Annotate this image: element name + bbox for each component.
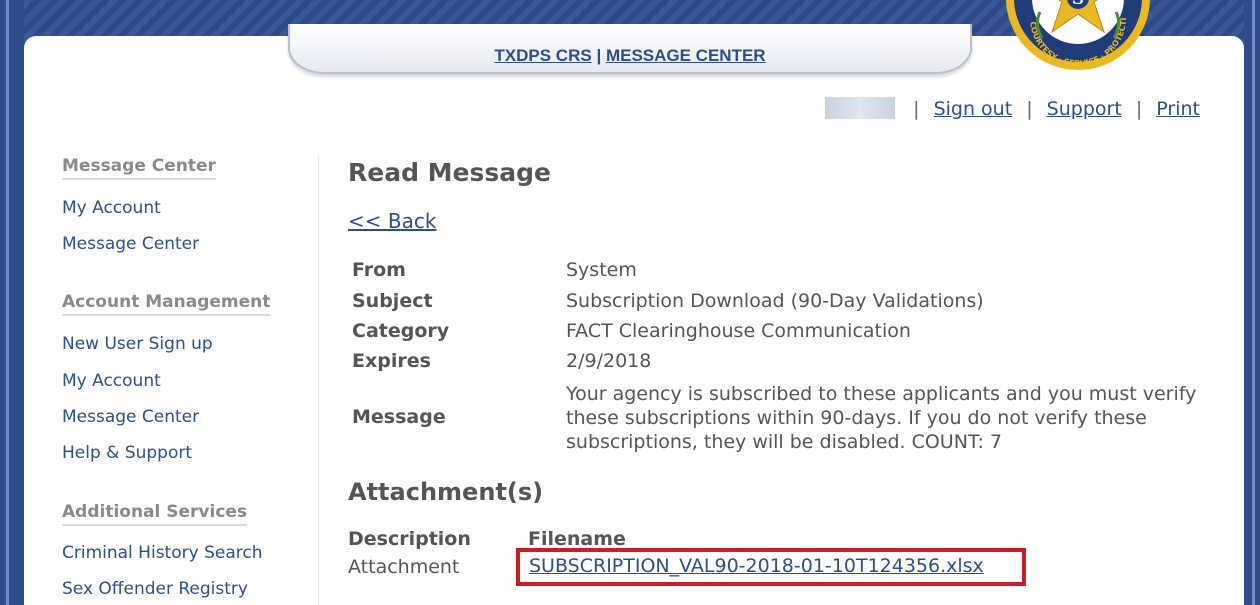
sidebar-item-my-account[interactable]: My Account (62, 371, 161, 391)
from-value: System (566, 259, 637, 281)
top-nav-separator: | (1135, 98, 1143, 120)
sidebar-item-help-support[interactable]: Help & Support (62, 443, 192, 463)
message-label: Message (352, 406, 446, 428)
sidebar-heading-account-management: Account Management (62, 292, 271, 316)
header-title: TXDPS CRS | MESSAGE CENTER (290, 46, 970, 66)
app-name-link[interactable]: TXDPS CRS (494, 46, 591, 65)
header-separator: | (596, 46, 602, 65)
message-body: Your agency is subscribed to these appli… (566, 383, 1197, 453)
expires-value: 2/9/2018 (566, 350, 652, 372)
description-column-header: Description (348, 528, 471, 550)
top-nav-separator: | (913, 98, 920, 120)
sidebar-item-new-user-sign-up[interactable]: New User Sign up (62, 334, 213, 354)
section-link[interactable]: MESSAGE CENTER (606, 46, 766, 65)
sign-out-link[interactable]: Sign out (934, 98, 1013, 120)
category-value: FACT Clearinghouse Communication (566, 320, 911, 342)
redacted-username (825, 97, 896, 119)
sidebar-item-my-account[interactable]: My Account (62, 198, 161, 218)
back-link[interactable]: << Back (348, 209, 436, 233)
print-link[interactable]: Print (1156, 98, 1200, 120)
header-tab: TXDPS CRS | MESSAGE CENTER (288, 24, 972, 74)
sidebar-divider (318, 156, 319, 605)
sidebar-item-message-center[interactable]: Message Center (62, 234, 199, 254)
from-label: From (352, 259, 406, 281)
sidebar-heading-additional-services: Additional Services (62, 502, 248, 526)
filename-column-header: Filename (528, 528, 626, 550)
sidebar-heading-message-center: Message Center (62, 156, 216, 180)
top-nav-separator: | (1026, 98, 1033, 120)
page-title: Read Message (348, 158, 551, 187)
sidebar-item-criminal-history-search[interactable]: Criminal History Search (62, 543, 262, 563)
category-label: Category (352, 320, 450, 342)
expires-label: Expires (352, 350, 431, 372)
sidebar-item-sex-offender-registry[interactable]: Sex Offender Registry (62, 579, 248, 599)
sidebar-item-message-center[interactable]: Message Center (62, 407, 199, 427)
top-nav: | Sign out | Support | Print (825, 97, 1200, 120)
attachment-file-link[interactable]: SUBSCRIPTION_VAL90-2018-01-10T124356.xls… (516, 548, 1026, 586)
subject-value: Subscription Download (90-Day Validation… (566, 290, 984, 312)
dps-seal-logo: COURTESY · SERVICE · PROTECTION S T A (1000, 0, 1156, 70)
attachments-heading: Attachment(s) (348, 478, 544, 506)
subject-label: Subject (352, 290, 433, 312)
seal-letter-s: S (1072, 0, 1084, 9)
frame-left (0, 0, 24, 605)
frame-right (1244, 0, 1260, 605)
attachment-description: Attachment (348, 556, 460, 578)
support-link[interactable]: Support (1047, 98, 1122, 120)
